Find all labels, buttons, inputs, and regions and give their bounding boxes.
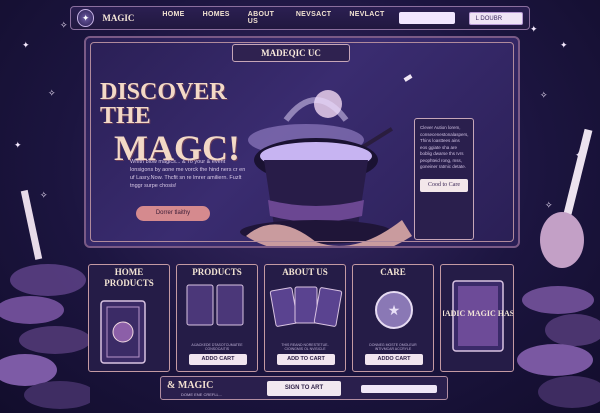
footer-subtitle: DOME ENE CREFLL... bbox=[181, 392, 223, 397]
side-card-text: Clever Aution lorem, consecenestonalaspe… bbox=[420, 125, 469, 169]
nav-link-about[interactable]: ABOUT US bbox=[248, 11, 278, 25]
nav-link-homes[interactable]: HOMES bbox=[203, 11, 230, 25]
svg-text:★: ★ bbox=[388, 303, 401, 319]
side-card-button[interactable]: Cood to Care bbox=[420, 178, 468, 192]
footer-logo[interactable]: & MAGIC bbox=[167, 380, 213, 391]
top-nav: ✦ MAGIC HOME HOMES ABOUT US NEVSACT NEVL… bbox=[70, 6, 530, 30]
hero-section: MADEQIC UC DISCOVER THE MAGC! Whith blow… bbox=[84, 36, 520, 248]
product-card-2[interactable]: PRODUCTS AIJACKEDE DTASOTCUMATEE CONSOCA… bbox=[176, 264, 258, 372]
add-to-cart-button[interactable]: ADDO CART bbox=[365, 354, 423, 365]
magic-hat-illustration bbox=[240, 74, 413, 246]
left-decoration bbox=[0, 189, 90, 409]
featured-card-text: MADIC MAGIC HASS bbox=[443, 309, 513, 318]
footer-email-input[interactable] bbox=[361, 385, 437, 393]
add-to-cart-button[interactable]: ADDO CART bbox=[189, 354, 247, 365]
product-card-4[interactable]: CARE ★ DONNEG MOSTE OMOLEUR INTIVMCAR AC… bbox=[352, 264, 434, 372]
product-card-3[interactable]: ABOUT US THIS REAND NORESTETUE-CIOINGMIS… bbox=[264, 264, 346, 372]
card-deck-icon bbox=[100, 300, 146, 364]
product-meta: AIJACKEDE DTASOTCUMATEE CONSOCAITIS bbox=[191, 343, 243, 351]
hero-side-card: Clever Aution lorem, consecenestonalaspe… bbox=[414, 118, 474, 240]
hero-cta-button[interactable]: Dorrer tlaithy bbox=[136, 206, 210, 221]
brand-name[interactable]: MAGIC bbox=[102, 13, 134, 23]
product-card-title: HOME PRODUCTS bbox=[104, 267, 154, 288]
sign-up-button[interactable]: SIGN TO ART bbox=[267, 381, 341, 396]
login-button[interactable]: L DOUBR bbox=[468, 11, 523, 25]
nav-link-nevlact[interactable]: NEVLACT bbox=[349, 11, 384, 25]
featured-card[interactable]: MADIC MAGIC HASS bbox=[440, 264, 514, 372]
product-card-title: CARE bbox=[380, 267, 406, 277]
product-meta: THIS REAND NORESTETUE-CIOINGMIS OL NVISI… bbox=[281, 343, 329, 351]
logo-icon[interactable]: ✦ bbox=[77, 9, 95, 27]
nav-link-nevsact[interactable]: NEVSACT bbox=[296, 11, 332, 25]
featured-deck-icon: MADIC MAGIC HASS bbox=[443, 280, 513, 352]
search-input[interactable] bbox=[398, 12, 455, 24]
card-fan-icon bbox=[269, 286, 343, 327]
nav-link-home[interactable]: HOME bbox=[162, 11, 184, 25]
product-card-title: ABOUT US bbox=[282, 267, 328, 277]
star-coin-icon: ★ bbox=[375, 291, 413, 329]
footer-bar: & MAGIC DOME ENE CREFLL... SIGN TO ART bbox=[160, 376, 448, 400]
product-card-title: PRODUCTS bbox=[192, 267, 242, 277]
product-card-1[interactable]: HOME PRODUCTS bbox=[88, 264, 170, 372]
products-row: HOME PRODUCTS PRODUCTS AIJACKEDE DTASOTC… bbox=[88, 264, 520, 372]
nav-links: HOME HOMES ABOUT US NEVSACT NEVLACT bbox=[162, 11, 384, 25]
right-decoration bbox=[517, 128, 600, 408]
card-pair-icon bbox=[186, 284, 244, 326]
product-meta: DONNEG MOSTE OMOLEUR INTIVMCAR ACCRYLE bbox=[369, 343, 417, 351]
add-to-cart-button[interactable]: ADD TO CART bbox=[277, 354, 335, 365]
